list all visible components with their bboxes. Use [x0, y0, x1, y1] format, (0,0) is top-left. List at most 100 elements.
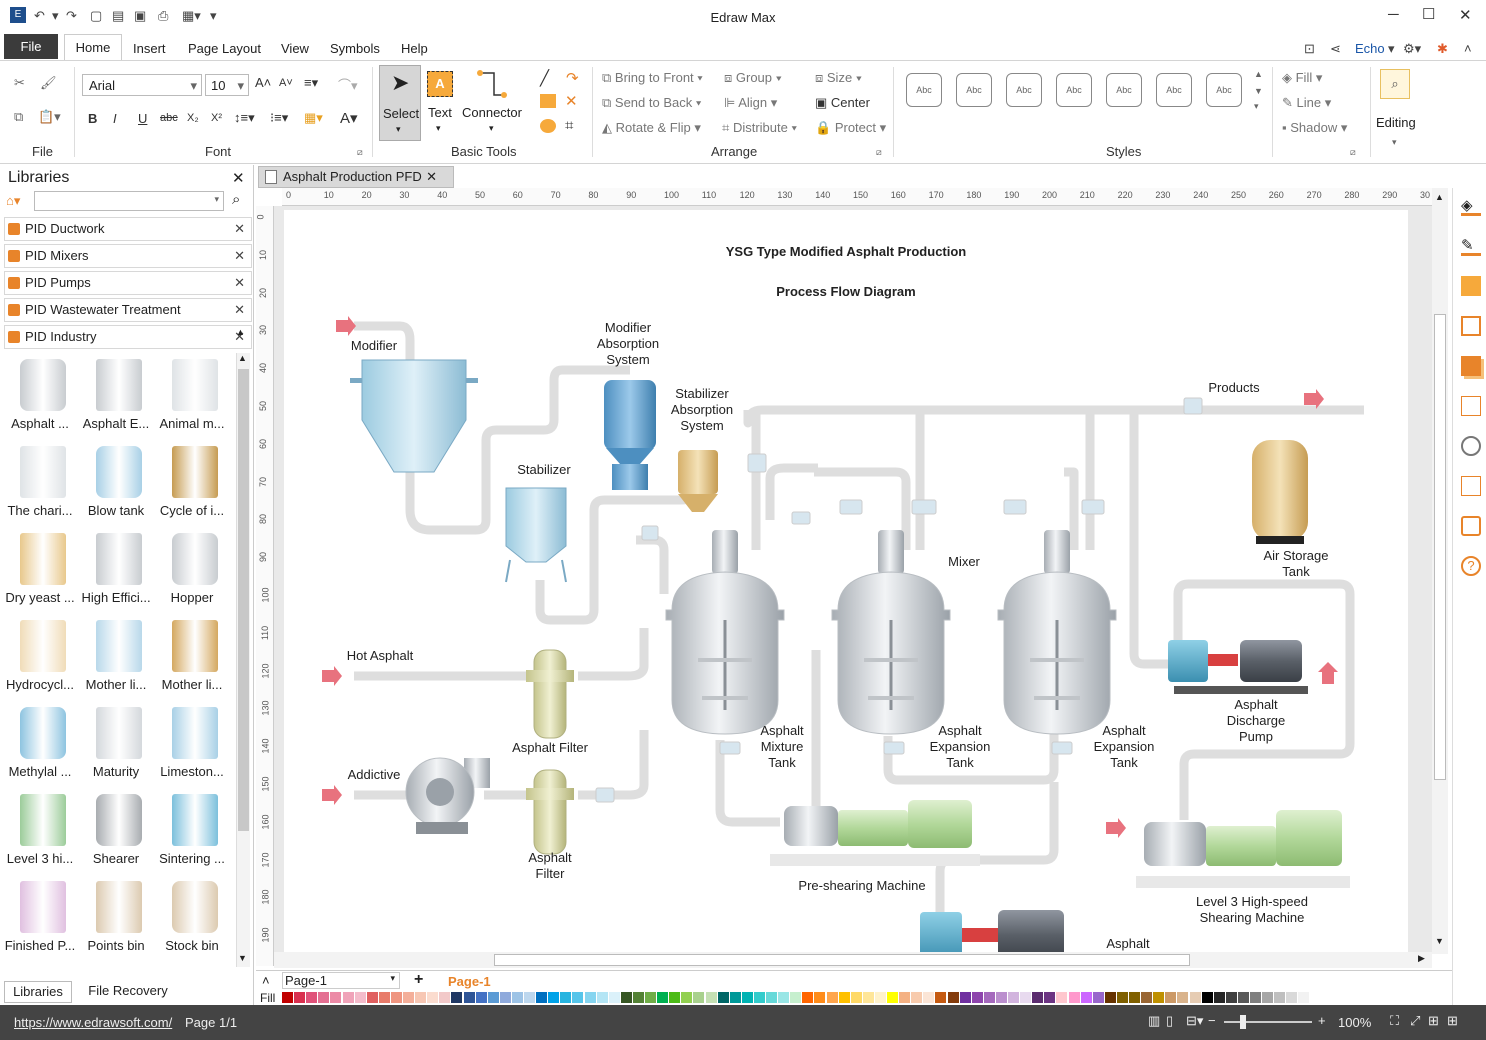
color-swatch[interactable] — [499, 992, 511, 1003]
zoom-slider-handle[interactable] — [1240, 1015, 1246, 1029]
color-swatch[interactable] — [753, 992, 765, 1003]
styles-scroll-up-icon[interactable]: ▲ — [1254, 69, 1263, 79]
close-tab-icon[interactable]: ✕ — [426, 167, 437, 187]
shadow-panel-icon[interactable] — [1461, 276, 1481, 296]
library-scrollbar[interactable]: ▲ ▼ — [236, 353, 250, 967]
library-category[interactable]: PID Pumps ✕ — [4, 271, 252, 295]
color-swatch[interactable] — [620, 992, 632, 1003]
color-swatch[interactable] — [874, 992, 886, 1003]
settings-icon[interactable]: ⚙▾ — [1403, 41, 1421, 57]
modifier-tank[interactable] — [350, 359, 478, 473]
color-swatch[interactable] — [1201, 992, 1213, 1003]
diagram-label-discharge-pump[interactable]: Pump — [1239, 729, 1273, 744]
color-swatch[interactable] — [693, 992, 705, 1003]
color-swatch[interactable] — [427, 992, 439, 1003]
color-swatch[interactable] — [584, 992, 596, 1003]
library-shape[interactable]: Cycle of i... — [154, 442, 230, 529]
mixer-tank[interactable] — [831, 530, 951, 735]
editing-label[interactable]: Editing — [1376, 115, 1416, 130]
color-swatch[interactable] — [1044, 992, 1056, 1003]
connector-tool-button[interactable]: Connector ▾ — [460, 65, 526, 141]
library-category[interactable]: PID Wastewater Treatment ✕ — [4, 298, 252, 322]
color-swatch[interactable] — [487, 992, 499, 1003]
color-swatch[interactable] — [1056, 992, 1068, 1003]
search-icon[interactable]: ⌕ — [232, 191, 240, 208]
share-icon[interactable]: ⋖ — [1330, 41, 1341, 57]
diagram-label-preshearing[interactable]: Pre-shearing Machine — [798, 878, 925, 893]
library-shape[interactable]: Asphalt ... — [2, 355, 78, 442]
color-swatch[interactable] — [1225, 992, 1237, 1003]
protect-button[interactable]: 🔒 Protect ▾ — [815, 120, 886, 136]
library-shape[interactable]: Sintering ... — [154, 790, 230, 877]
level-3-shearing-machine[interactable] — [1136, 810, 1350, 888]
diagram-label-discharge-pump[interactable]: Asphalt — [1234, 697, 1278, 712]
diagram-label-stabilizer-absorption[interactable]: System — [680, 418, 723, 433]
drawing-page[interactable]: YSG Type Modified Asphalt Production Pro… — [284, 210, 1408, 954]
asphalt-filter-upper[interactable] — [526, 649, 574, 739]
superscript-icon[interactable]: X² — [211, 112, 222, 124]
share-screen-icon[interactable]: ⊡ — [1304, 41, 1315, 57]
library-shape[interactable]: Points bin — [78, 877, 154, 964]
collapse-icon[interactable]: ˄ — [262, 973, 270, 988]
diagram-label-air-storage[interactable]: Tank — [1282, 564, 1310, 579]
ellipse-tool-icon[interactable] — [540, 119, 556, 133]
color-swatch[interactable] — [850, 992, 862, 1003]
scroll-thumb[interactable] — [494, 954, 1190, 966]
color-swatch[interactable] — [983, 992, 995, 1003]
mixer-tanks[interactable] — [665, 530, 1117, 735]
library-shape[interactable]: Level 3 hi... — [2, 790, 78, 877]
cross-tool-icon[interactable]: ✕ — [565, 92, 578, 110]
arrange-dialog-icon[interactable]: ⧄ — [876, 147, 882, 158]
diagram-label-stabilizer[interactable]: Stabilizer — [517, 462, 571, 477]
diagram-label-mixture-tank[interactable]: Mixture — [761, 739, 804, 754]
color-swatch[interactable] — [645, 992, 656, 1003]
color-swatch[interactable] — [766, 992, 777, 1003]
color-swatch[interactable] — [378, 992, 390, 1003]
maximize-icon[interactable]: ☐ — [1422, 5, 1435, 23]
bold-icon[interactable]: B — [88, 111, 97, 126]
color-swatch[interactable] — [451, 992, 463, 1003]
canvas[interactable]: YSG Type Modified Asphalt Production Pro… — [274, 206, 1432, 954]
library-shape[interactable]: Dry yeast ... — [2, 529, 78, 616]
color-swatch[interactable] — [632, 992, 644, 1003]
line-spacing-icon[interactable]: ↕≡▾ — [234, 110, 255, 126]
color-swatch[interactable] — [1032, 992, 1044, 1003]
style-swatch[interactable]: Abc — [906, 73, 942, 107]
page-tab[interactable]: Page-1 — [448, 974, 491, 989]
text-direction-icon[interactable]: ⌒▾ — [338, 75, 358, 94]
diagram-label-mixture-tank[interactable]: Tank — [768, 755, 796, 770]
color-swatch[interactable] — [390, 992, 402, 1003]
library-shape[interactable]: Finished P... — [2, 877, 78, 964]
add-page-icon[interactable]: + — [414, 971, 423, 989]
copy-icon[interactable]: ⧉ — [14, 109, 23, 125]
diagram-label-products[interactable]: Products — [1208, 380, 1260, 395]
color-swatch[interactable] — [741, 992, 753, 1003]
library-shape[interactable]: Mother li... — [78, 616, 154, 703]
collapse-ribbon-icon[interactable]: ˄ — [1464, 41, 1472, 56]
diagram-label-modifier-absorption[interactable]: Absorption — [597, 336, 659, 351]
color-swatch[interactable] — [342, 992, 354, 1003]
color-swatch[interactable] — [1250, 992, 1261, 1003]
color-swatch[interactable] — [548, 992, 560, 1003]
color-swatch[interactable] — [887, 992, 898, 1003]
styles-scroll-down-icon[interactable]: ▼ — [1254, 86, 1263, 96]
scroll-thumb[interactable] — [1434, 314, 1446, 780]
search-icon[interactable]: ⌕ — [1380, 69, 1410, 99]
grow-font-icon[interactable]: A˄ — [255, 75, 271, 90]
library-search-input[interactable]: ▾ — [34, 191, 224, 211]
color-swatch[interactable] — [995, 992, 1007, 1003]
format-dialog-icon[interactable]: ⧄ — [1350, 147, 1356, 158]
center-button[interactable]: ▣ Center — [815, 95, 870, 111]
view-mode-icon[interactable]: ▥ — [1148, 1013, 1160, 1029]
color-swatch[interactable] — [439, 992, 451, 1003]
diagram-label-expansion-tank-1[interactable]: Tank — [946, 755, 974, 770]
mixer-tank[interactable] — [665, 530, 785, 735]
close-icon[interactable]: ✕ — [234, 299, 245, 321]
subscript-icon[interactable]: X₂ — [187, 112, 199, 124]
diagram-label-expansion-tank-1[interactable]: Expansion — [930, 739, 991, 754]
diagram-label-stabilizer-absorption[interactable]: Stabilizer — [675, 386, 729, 401]
diagram-label-modifier[interactable]: Modifier — [351, 338, 398, 353]
color-swatch[interactable] — [681, 992, 693, 1003]
color-swatch[interactable] — [1008, 992, 1019, 1003]
italic-icon[interactable]: I — [113, 111, 117, 126]
